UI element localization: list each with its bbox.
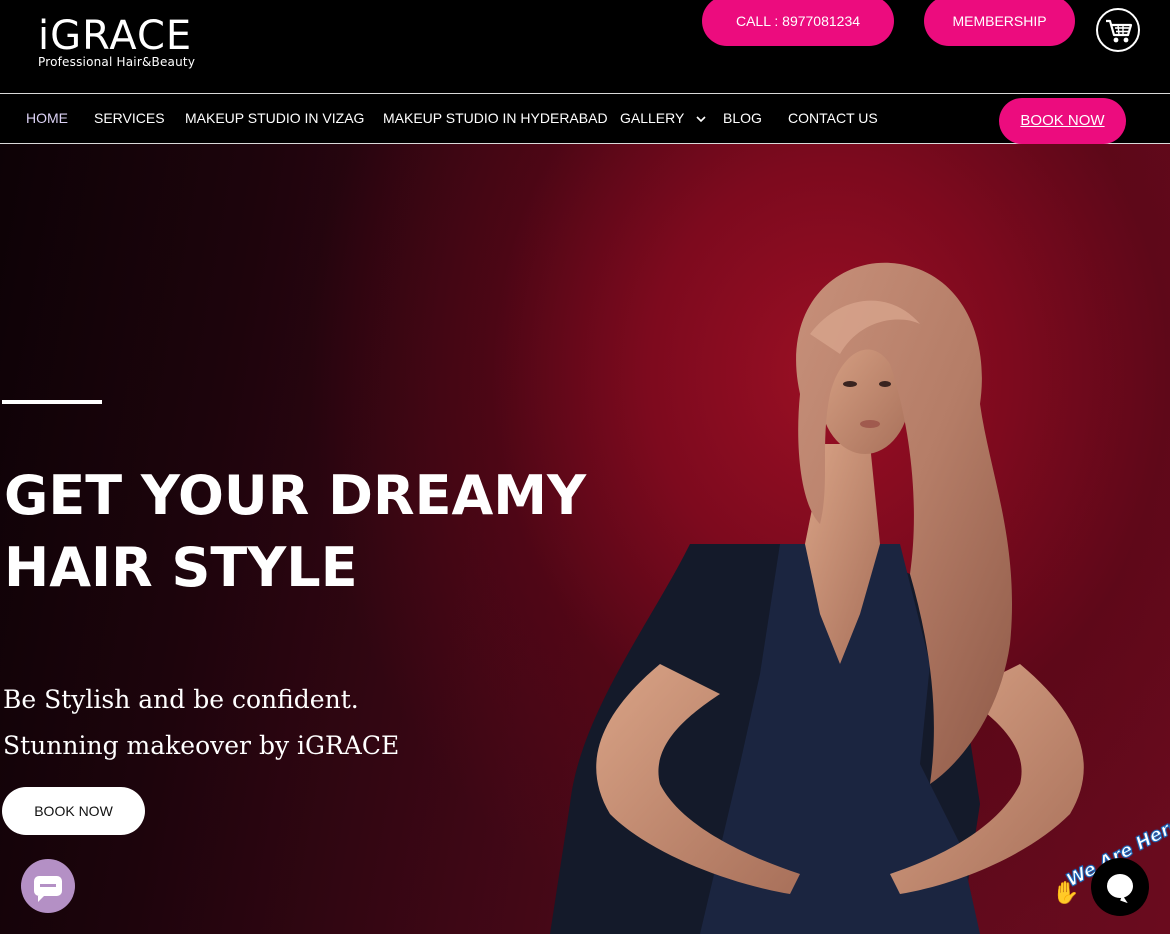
hero-subtitle-line-1: Be Stylish and be confident.	[3, 685, 359, 714]
chat-launcher-right[interactable]	[1091, 858, 1149, 916]
nav-item-contact-us[interactable]: CONTACT US	[788, 94, 878, 143]
hero-subtitle: Be Stylish and be confident. Stunning ma…	[3, 677, 399, 769]
main-nav: HOME SERVICES MAKEUP STUDIO IN VIZAG MAK…	[0, 93, 1170, 144]
nav-item-makeup-hyderabad[interactable]: MAKEUP STUDIO IN HYDERABAD	[383, 94, 608, 143]
nav-item-blog[interactable]: BLOG	[723, 94, 762, 143]
nav-item-home[interactable]: HOME	[26, 94, 68, 143]
hero-title: GET YOUR DREAMY HAIR STYLE	[4, 460, 586, 604]
call-button[interactable]: CALL : 8977081234	[702, 0, 894, 46]
chevron-down-icon	[696, 116, 706, 122]
logo-tagline: Professional Hair&Beauty	[38, 55, 196, 69]
site-logo[interactable]: iGRACE Professional Hair&Beauty	[38, 14, 195, 68]
hero-subtitle-line-2: Stunning makeover by iGRACE	[3, 731, 400, 760]
hero-title-line-1: GET YOUR DREAMY	[4, 464, 587, 527]
cart-button[interactable]	[1096, 8, 1140, 52]
nav-item-services[interactable]: SERVICES	[94, 94, 165, 143]
nav-gallery-label: GALLERY	[620, 110, 685, 126]
logo-main-text: iGRACE	[38, 13, 193, 59]
nav-item-makeup-vizag[interactable]: MAKEUP STUDIO IN VIZAG	[185, 94, 364, 143]
chat-dots	[40, 884, 56, 887]
hero-title-line-2: HAIR STYLE	[4, 536, 358, 599]
book-now-nav-button[interactable]: BOOK NOW	[999, 98, 1126, 144]
top-header: iGRACE Professional Hair&Beauty CALL : 8…	[0, 0, 1170, 93]
cart-icon	[1106, 19, 1133, 43]
membership-button[interactable]: MEMBERSHIP	[924, 0, 1075, 46]
hero-book-now-button[interactable]: BOOK NOW	[2, 787, 145, 835]
chat-icon	[1107, 874, 1133, 898]
hero-banner: GET YOUR DREAMY HAIR STYLE Be Stylish an…	[0, 144, 1170, 934]
hero-divider	[2, 400, 102, 404]
chat-launcher-left[interactable]	[21, 859, 75, 913]
nav-item-gallery[interactable]: GALLERY	[620, 94, 706, 143]
waving-hand-icon: ✋	[1052, 880, 1080, 905]
